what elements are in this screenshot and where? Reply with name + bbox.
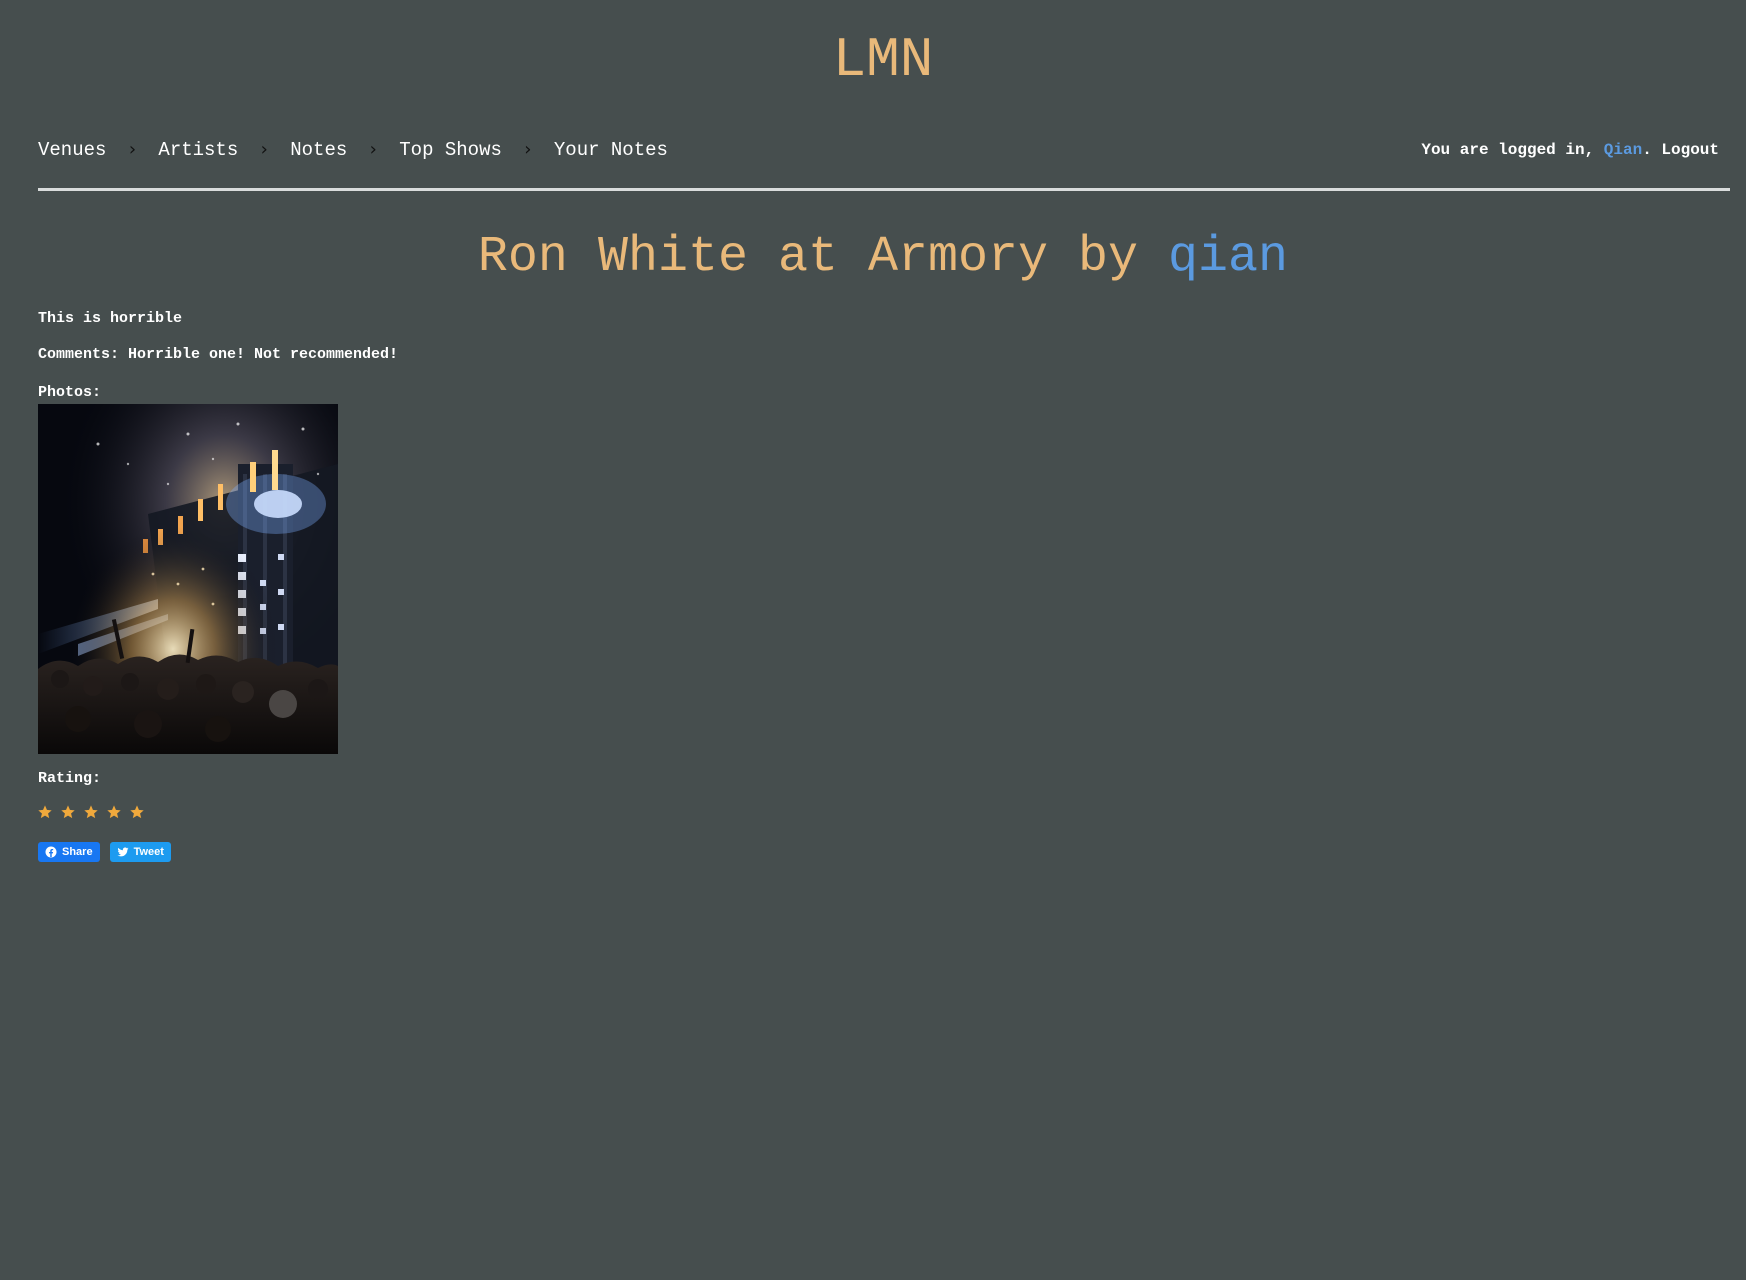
- concert-photo: [38, 404, 338, 754]
- logout-link[interactable]: Logout: [1661, 141, 1719, 159]
- rating-stars: [37, 804, 152, 820]
- chevron-right-icon: ›: [369, 139, 377, 160]
- login-status: You are logged in, Qian. Logout: [1421, 138, 1719, 162]
- nav-top-shows[interactable]: Top Shows: [399, 136, 502, 164]
- facebook-icon: [45, 846, 57, 858]
- nav-your-notes[interactable]: Your Notes: [554, 136, 668, 164]
- site-title: LMN: [832, 28, 934, 92]
- star-icon: [38, 805, 52, 819]
- star-icon: [61, 805, 75, 819]
- nav-notes[interactable]: Notes: [290, 136, 347, 164]
- nav-venues[interactable]: Venues: [38, 136, 106, 164]
- rating-label: Rating:: [38, 770, 102, 787]
- photos-label: Photos:: [38, 384, 102, 401]
- chevron-right-icon: ›: [524, 139, 532, 160]
- facebook-share-label: Share: [62, 846, 93, 858]
- login-status-suffix: .: [1642, 141, 1662, 159]
- twitter-icon: [117, 847, 129, 857]
- chevron-right-icon: ›: [128, 139, 137, 160]
- login-status-prefix: You are logged in,: [1421, 141, 1604, 159]
- note-title: Ron White at Armory by qian: [0, 226, 1746, 290]
- note-comments: Comments: Horrible one! Not recommended!: [38, 346, 399, 363]
- star-icon: [130, 805, 144, 819]
- twitter-tweet-label: Tweet: [133, 846, 164, 858]
- main-nav: Venues › Artists › Notes › Top Shows › Y…: [38, 136, 668, 164]
- star-icon: [84, 805, 98, 819]
- note-author-link[interactable]: qian: [1168, 229, 1288, 286]
- facebook-share-button[interactable]: Share: [38, 842, 100, 862]
- user-profile-link[interactable]: Qian: [1604, 141, 1642, 159]
- chevron-right-icon: ›: [260, 139, 268, 160]
- twitter-tweet-button[interactable]: Tweet: [109, 842, 171, 862]
- star-icon: [107, 805, 121, 819]
- header-divider: [38, 188, 1730, 191]
- nav-artists[interactable]: Artists: [158, 136, 238, 164]
- note-title-text: Ron White at Armory by: [477, 229, 1169, 286]
- share-buttons: Share Tweet: [38, 842, 181, 862]
- note-headline: This is horrible: [38, 310, 183, 327]
